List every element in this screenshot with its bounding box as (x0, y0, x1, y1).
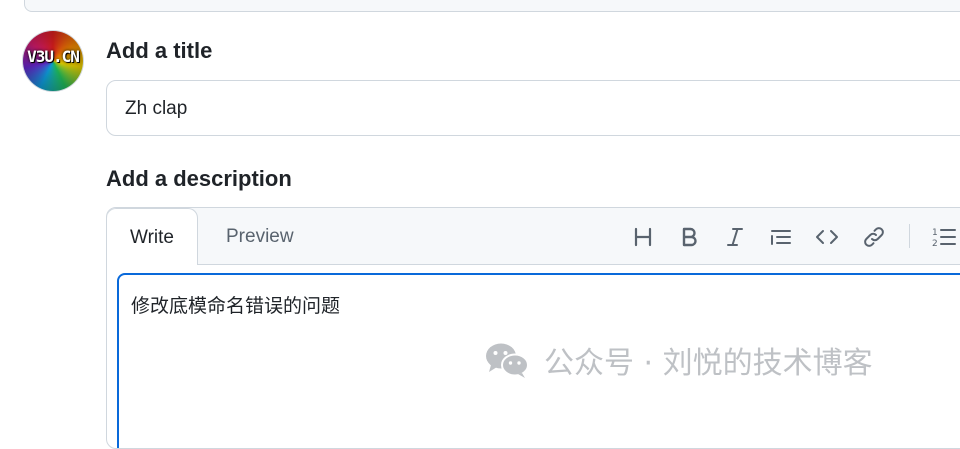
bold-icon[interactable] (674, 222, 704, 252)
svg-text:1: 1 (932, 228, 938, 238)
quote-icon[interactable] (766, 222, 796, 252)
previous-panel-edge (24, 0, 960, 12)
italic-icon[interactable] (720, 222, 750, 252)
title-label: Add a title (106, 38, 213, 63)
description-label: Add a description (106, 166, 292, 191)
avatar[interactable]: V3U.CN (23, 31, 83, 91)
watermark: 公众号 · 刘悦的技术博客 (484, 340, 873, 381)
title-input[interactable]: Zh clap (106, 80, 960, 136)
heading-icon[interactable] (628, 222, 658, 252)
link-icon[interactable] (859, 222, 889, 252)
tab-write[interactable]: Write (107, 208, 198, 265)
description-text: 修改底模命名错误的问题 (131, 295, 341, 317)
watermark-text: 公众号 · 刘悦的技术博客 (544, 346, 873, 381)
ordered-list-icon[interactable]: 1 2 (929, 222, 959, 252)
description-editor: Write Preview 1 2 修改底模命名错误的问题 (106, 207, 960, 449)
tab-preview[interactable]: Preview (203, 208, 317, 265)
code-icon[interactable] (812, 222, 842, 252)
svg-text:2: 2 (932, 239, 938, 249)
avatar-logo-text: V3U.CN (27, 47, 80, 66)
toolbar-separator (909, 224, 910, 248)
wechat-icon (486, 343, 529, 378)
editor-header: Write Preview 1 2 (107, 208, 960, 265)
